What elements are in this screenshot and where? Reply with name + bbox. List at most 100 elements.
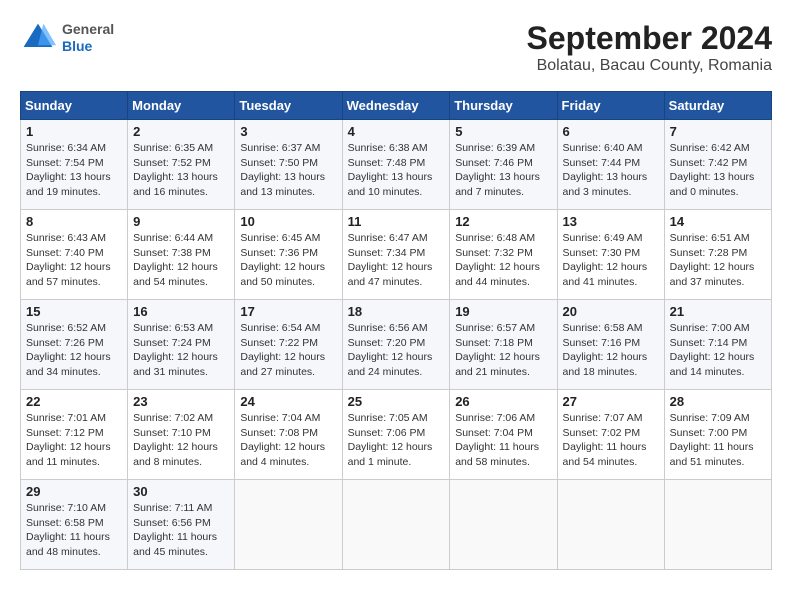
calendar-cell: 22 Sunrise: 7:01 AMSunset: 7:12 PMDayligh…	[21, 390, 128, 480]
calendar-cell: 6Sunrise: 6:40 AMSunset: 7:44 PMDaylight…	[557, 120, 664, 210]
day-number: 17	[240, 304, 336, 319]
day-detail: Sunrise: 6:39 AMSunset: 7:46 PMDaylight:…	[455, 141, 551, 200]
day-detail: Sunrise: 7:01 AMSunset: 7:12 PMDaylight:…	[26, 411, 122, 470]
day-number: 10	[240, 214, 336, 229]
calendar-cell: 24 Sunrise: 7:04 AMSunset: 7:08 PMDayligh…	[235, 390, 342, 480]
day-detail: Sunrise: 6:38 AMSunset: 7:48 PMDaylight:…	[348, 141, 445, 200]
calendar-cell: 27Sunrise: 7:07 AMSunset: 7:02 PMDayligh…	[557, 390, 664, 480]
day-header-wednesday: Wednesday	[342, 92, 450, 120]
day-number: 4	[348, 124, 445, 139]
day-header-tuesday: Tuesday	[235, 92, 342, 120]
logo: General Blue	[20, 20, 114, 56]
day-number: 3	[240, 124, 336, 139]
day-detail: Sunrise: 6:44 AMSunset: 7:38 PMDaylight:…	[133, 231, 229, 290]
day-detail: Sunrise: 7:11 AMSunset: 6:56 PMDaylight:…	[133, 501, 229, 560]
day-number: 20	[563, 304, 659, 319]
calendar-cell: 20Sunrise: 6:58 AMSunset: 7:16 PMDayligh…	[557, 300, 664, 390]
day-detail: Sunrise: 6:48 AMSunset: 7:32 PMDaylight:…	[455, 231, 551, 290]
calendar-cell: 17 Sunrise: 6:54 AMSunset: 7:22 PMDayligh…	[235, 300, 342, 390]
calendar-title: September 2024	[527, 20, 772, 57]
calendar-cell: 28 Sunrise: 7:09 AMSunset: 7:00 PMDayligh…	[664, 390, 771, 480]
calendar-week-2: 8 Sunrise: 6:43 AMSunset: 7:40 PMDaylight…	[21, 210, 772, 300]
day-detail: Sunrise: 6:54 AMSunset: 7:22 PMDaylight:…	[240, 321, 336, 380]
day-number: 15	[26, 304, 122, 319]
calendar-week-1: 1 Sunrise: 6:34 AMSunset: 7:54 PMDaylight…	[21, 120, 772, 210]
calendar-cell: 29 Sunrise: 7:10 AMSunset: 6:58 PMDayligh…	[21, 480, 128, 570]
day-detail: Sunrise: 6:52 AMSunset: 7:26 PMDaylight:…	[26, 321, 122, 380]
day-number: 28	[670, 394, 766, 409]
calendar-subtitle: Bolatau, Bacau County, Romania	[527, 57, 772, 75]
day-number: 21	[670, 304, 766, 319]
day-number: 2	[133, 124, 229, 139]
calendar-table: SundayMondayTuesdayWednesdayThursdayFrid…	[20, 91, 772, 570]
header-row: SundayMondayTuesdayWednesdayThursdayFrid…	[21, 92, 772, 120]
calendar-header: SundayMondayTuesdayWednesdayThursdayFrid…	[21, 92, 772, 120]
calendar-cell: 15 Sunrise: 6:52 AMSunset: 7:26 PMDayligh…	[21, 300, 128, 390]
calendar-cell: 10 Sunrise: 6:45 AMSunset: 7:36 PMDayligh…	[235, 210, 342, 300]
calendar-cell: 8 Sunrise: 6:43 AMSunset: 7:40 PMDaylight…	[21, 210, 128, 300]
calendar-cell: 14Sunrise: 6:51 AMSunset: 7:28 PMDayligh…	[664, 210, 771, 300]
day-number: 9	[133, 214, 229, 229]
day-detail: Sunrise: 6:57 AMSunset: 7:18 PMDaylight:…	[455, 321, 551, 380]
day-detail: Sunrise: 7:04 AMSunset: 7:08 PMDaylight:…	[240, 411, 336, 470]
calendar-cell	[450, 480, 557, 570]
calendar-cell: 19Sunrise: 6:57 AMSunset: 7:18 PMDayligh…	[450, 300, 557, 390]
day-number: 16	[133, 304, 229, 319]
calendar-cell: 1 Sunrise: 6:34 AMSunset: 7:54 PMDaylight…	[21, 120, 128, 210]
day-number: 22	[26, 394, 122, 409]
day-detail: Sunrise: 6:43 AMSunset: 7:40 PMDaylight:…	[26, 231, 122, 290]
day-detail: Sunrise: 6:34 AMSunset: 7:54 PMDaylight:…	[26, 141, 122, 200]
day-number: 14	[670, 214, 766, 229]
day-detail: Sunrise: 7:06 AMSunset: 7:04 PMDaylight:…	[455, 411, 551, 470]
page-header: General Blue September 2024 Bolatau, Bac…	[20, 20, 772, 75]
calendar-cell: 5Sunrise: 6:39 AMSunset: 7:46 PMDaylight…	[450, 120, 557, 210]
calendar-cell: 12 Sunrise: 6:48 AMSunset: 7:32 PMDayligh…	[450, 210, 557, 300]
calendar-cell: 26 Sunrise: 7:06 AMSunset: 7:04 PMDayligh…	[450, 390, 557, 480]
calendar-cell	[664, 480, 771, 570]
day-number: 11	[348, 214, 445, 229]
calendar-cell: 30 Sunrise: 7:11 AMSunset: 6:56 PMDayligh…	[128, 480, 235, 570]
day-header-friday: Friday	[557, 92, 664, 120]
day-number: 29	[26, 484, 122, 499]
logo-blue: Blue	[62, 38, 114, 55]
day-header-thursday: Thursday	[450, 92, 557, 120]
calendar-cell: 18 Sunrise: 6:56 AMSunset: 7:20 PMDayligh…	[342, 300, 450, 390]
logo-general: General	[62, 21, 114, 38]
day-number: 24	[240, 394, 336, 409]
day-detail: Sunrise: 6:47 AMSunset: 7:34 PMDaylight:…	[348, 231, 445, 290]
day-detail: Sunrise: 6:42 AMSunset: 7:42 PMDaylight:…	[670, 141, 766, 200]
day-detail: Sunrise: 6:53 AMSunset: 7:24 PMDaylight:…	[133, 321, 229, 380]
day-detail: Sunrise: 7:00 AMSunset: 7:14 PMDaylight:…	[670, 321, 766, 380]
calendar-cell: 2Sunrise: 6:35 AMSunset: 7:52 PMDaylight…	[128, 120, 235, 210]
calendar-cell	[557, 480, 664, 570]
day-detail: Sunrise: 6:37 AMSunset: 7:50 PMDaylight:…	[240, 141, 336, 200]
calendar-body: 1 Sunrise: 6:34 AMSunset: 7:54 PMDaylight…	[21, 120, 772, 570]
day-number: 18	[348, 304, 445, 319]
calendar-cell: 21 Sunrise: 7:00 AMSunset: 7:14 PMDayligh…	[664, 300, 771, 390]
calendar-cell: 11 Sunrise: 6:47 AMSunset: 7:34 PMDayligh…	[342, 210, 450, 300]
day-detail: Sunrise: 6:45 AMSunset: 7:36 PMDaylight:…	[240, 231, 336, 290]
calendar-cell: 9 Sunrise: 6:44 AMSunset: 7:38 PMDaylight…	[128, 210, 235, 300]
day-number: 8	[26, 214, 122, 229]
day-number: 27	[563, 394, 659, 409]
day-detail: Sunrise: 7:05 AMSunset: 7:06 PMDaylight:…	[348, 411, 445, 470]
day-header-monday: Monday	[128, 92, 235, 120]
day-number: 30	[133, 484, 229, 499]
day-detail: Sunrise: 6:56 AMSunset: 7:20 PMDaylight:…	[348, 321, 445, 380]
day-number: 13	[563, 214, 659, 229]
day-header-saturday: Saturday	[664, 92, 771, 120]
calendar-cell: 25Sunrise: 7:05 AMSunset: 7:06 PMDayligh…	[342, 390, 450, 480]
day-number: 1	[26, 124, 122, 139]
day-number: 7	[670, 124, 766, 139]
day-detail: Sunrise: 6:49 AMSunset: 7:30 PMDaylight:…	[563, 231, 659, 290]
day-detail: Sunrise: 7:10 AMSunset: 6:58 PMDaylight:…	[26, 501, 122, 560]
day-number: 23	[133, 394, 229, 409]
day-number: 12	[455, 214, 551, 229]
calendar-cell: 3 Sunrise: 6:37 AMSunset: 7:50 PMDaylight…	[235, 120, 342, 210]
day-detail: Sunrise: 7:09 AMSunset: 7:00 PMDaylight:…	[670, 411, 766, 470]
calendar-cell	[235, 480, 342, 570]
title-block: September 2024 Bolatau, Bacau County, Ro…	[527, 20, 772, 75]
day-number: 26	[455, 394, 551, 409]
calendar-cell: 16 Sunrise: 6:53 AMSunset: 7:24 PMDayligh…	[128, 300, 235, 390]
calendar-cell: 23Sunrise: 7:02 AMSunset: 7:10 PMDayligh…	[128, 390, 235, 480]
